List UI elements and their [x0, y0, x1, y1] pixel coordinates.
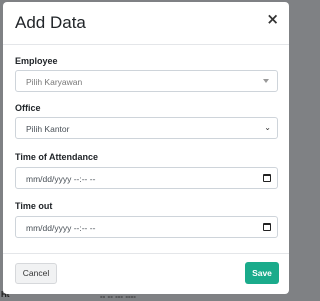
time-in-input[interactable]: mm/dd/yyyy --:-- --: [15, 167, 278, 189]
time-out-input[interactable]: mm/dd/yyyy --:-- --: [15, 216, 278, 238]
time-out-label: Time out: [15, 201, 53, 211]
employee-label: Employee: [15, 56, 58, 66]
office-select-value: Pilih Kantor: [26, 124, 70, 134]
calendar-icon[interactable]: [263, 174, 271, 182]
office-label: Office: [15, 103, 41, 113]
time-in-placeholder: mm/dd/yyyy --:-- --: [26, 174, 96, 184]
modal-title: Add Data: [15, 13, 86, 32]
employee-select-placeholder: Pilih Karyawan: [26, 77, 83, 87]
add-data-modal: Add Data × Employee Pilih Karyawan Offic…: [3, 2, 289, 294]
calendar-icon[interactable]: [263, 223, 271, 231]
modal-header: Add Data ×: [3, 2, 289, 45]
time-out-placeholder: mm/dd/yyyy --:-- --: [26, 223, 96, 233]
time-in-label: Time of Attendance: [15, 152, 99, 162]
modal-footer: Cancel Save: [3, 253, 289, 294]
save-button[interactable]: Save: [245, 262, 279, 284]
employee-select[interactable]: Pilih Karyawan: [15, 70, 278, 92]
close-icon[interactable]: ×: [266, 12, 279, 27]
cancel-button[interactable]: Cancel: [15, 263, 57, 284]
office-select[interactable]: Pilih Kantor ⌄: [15, 117, 278, 139]
chevron-down-icon: ⌄: [264, 123, 271, 132]
caret-down-icon: [263, 79, 269, 83]
